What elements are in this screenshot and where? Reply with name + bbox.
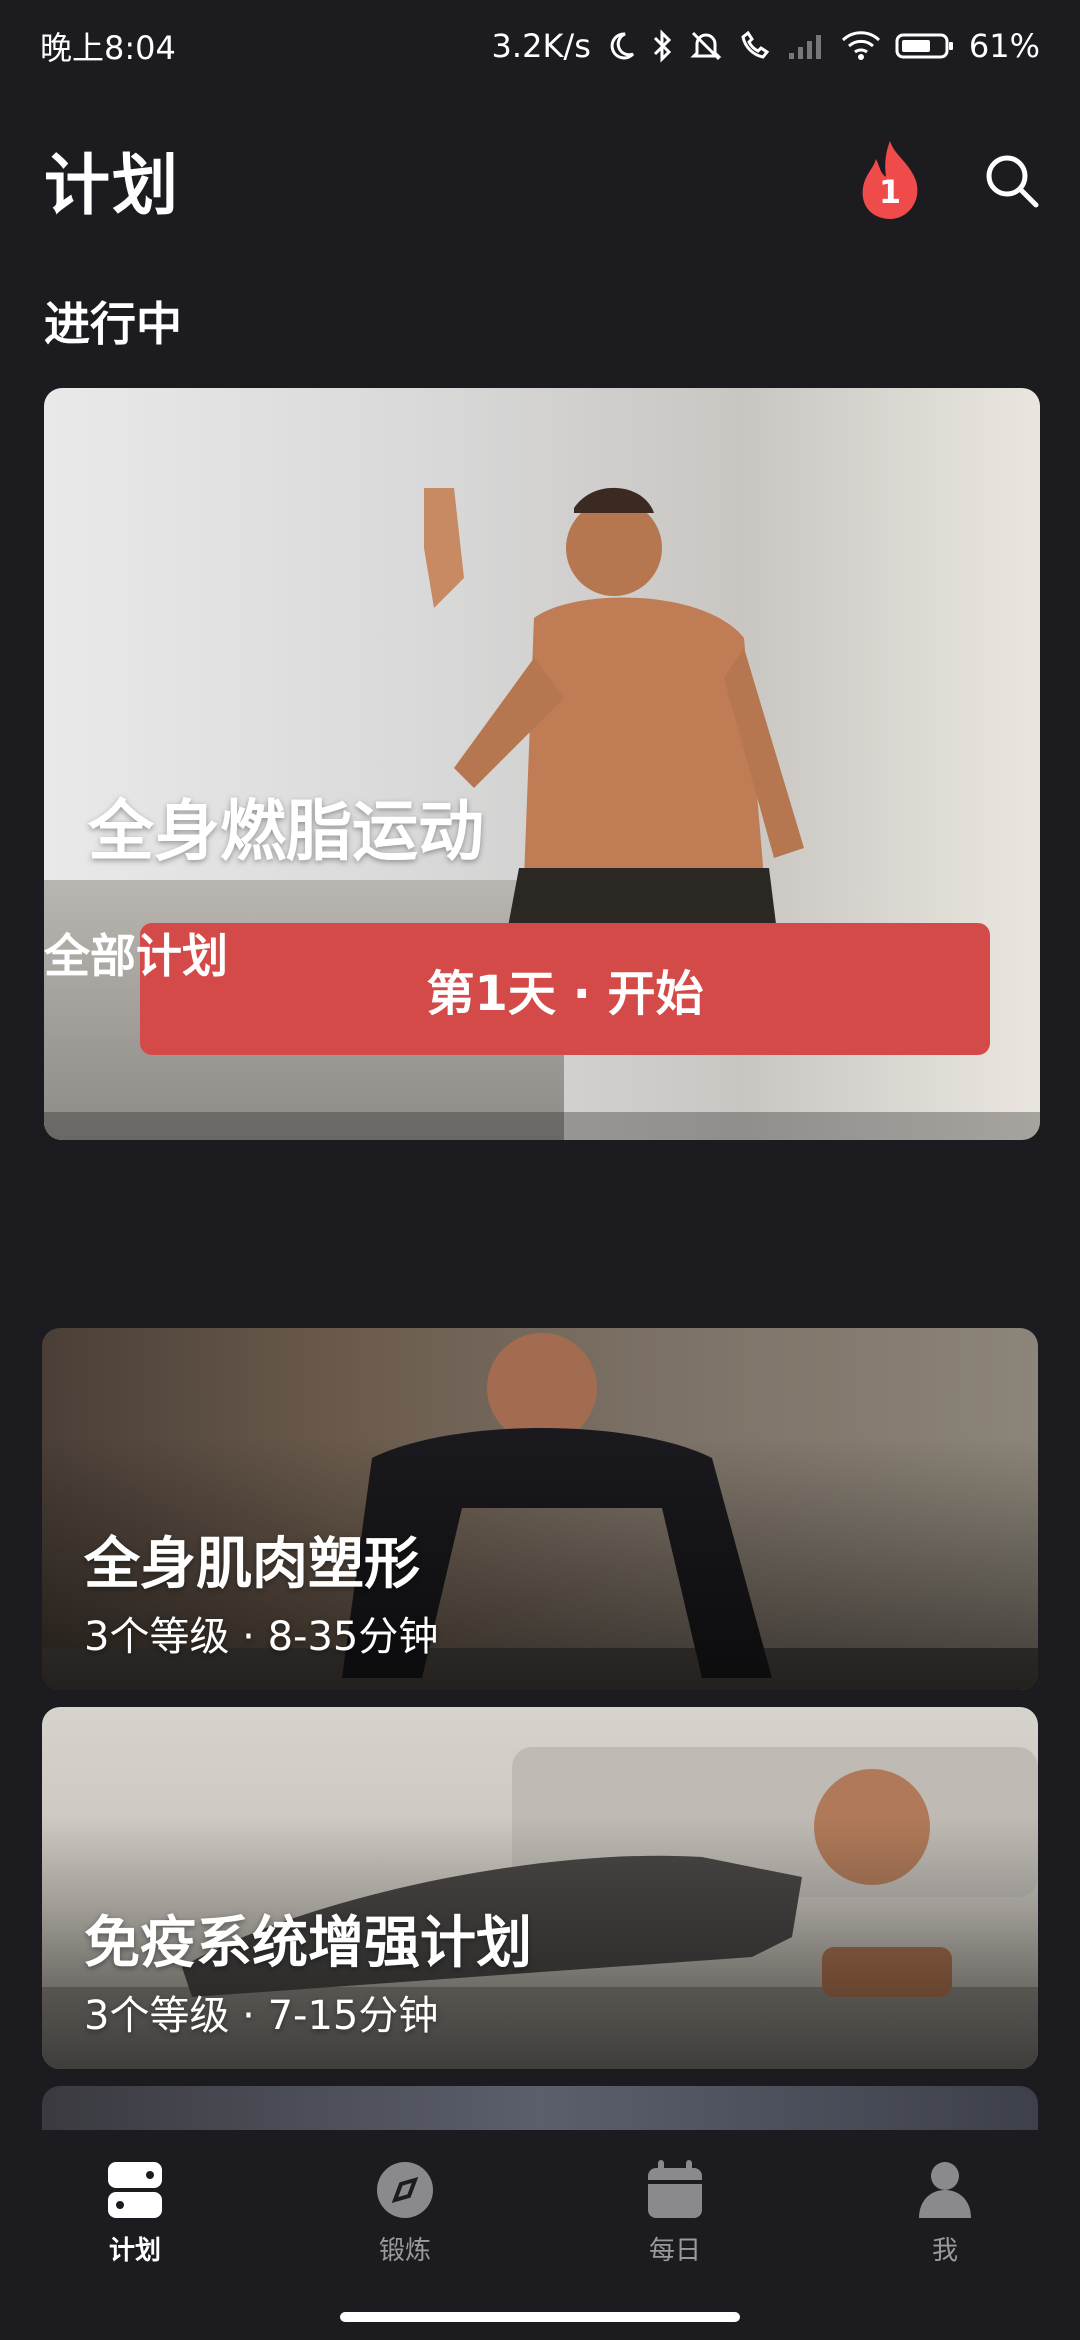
- nav-item-me[interactable]: 我: [845, 2160, 1045, 2267]
- network-speed: 3.2K/s: [491, 27, 591, 65]
- call-icon: [741, 30, 770, 59]
- header: 计划 1: [44, 130, 1040, 230]
- status-time: 晚上8:04: [40, 29, 176, 67]
- nav-item-daily[interactable]: 每日: [575, 2160, 775, 2267]
- nav-label-me: 我: [931, 2236, 958, 2266]
- plan-title: 免疫系统增强计划: [84, 1911, 532, 1976]
- in-progress-plan-card[interactable]: 全身燃脂运动 第1天 · 开始: [44, 388, 1040, 1140]
- status-icons: 3.2K/s 61%: [492, 27, 1040, 65]
- page-title: 计划: [44, 147, 180, 224]
- wifi-icon: [841, 31, 880, 60]
- in-progress-plan-title: 全身燃脂运动: [88, 793, 484, 870]
- plan-title: 全身肌肉塑形: [84, 1532, 420, 1597]
- nav-label-daily: 每日: [648, 2236, 701, 2266]
- streak-button[interactable]: 1: [858, 139, 922, 221]
- start-day-button[interactable]: 第1天 · 开始: [140, 923, 990, 1055]
- calendar-icon: [648, 2160, 702, 2218]
- home-indicator[interactable]: [340, 2312, 740, 2322]
- nav-item-plan[interactable]: 计划: [35, 2160, 235, 2267]
- section-title-in-progress: 进行中: [44, 297, 182, 351]
- search-icon[interactable]: [982, 151, 1040, 209]
- nav-item-workout[interactable]: 锻炼: [305, 2160, 505, 2267]
- compass-icon: [377, 2162, 433, 2218]
- header-actions: 1: [858, 139, 1040, 221]
- bluetooth-icon: [653, 29, 671, 63]
- plan-progress-bar: [44, 1112, 1040, 1140]
- plan-meta: 3个等级 · 8-35分钟: [84, 1614, 439, 1660]
- nav-label-workout: 锻炼: [378, 2236, 431, 2266]
- moon-icon: [610, 32, 634, 60]
- mute-bell-icon: [690, 31, 722, 61]
- plan-icon: [108, 2162, 162, 2218]
- battery-level: 61%: [968, 27, 1040, 65]
- plan-card[interactable]: 全身肌肉塑形 3个等级 · 8-35分钟: [42, 1328, 1038, 1690]
- status-bar: 晚上8:04 3.2K/s 61%: [0, 0, 1080, 92]
- section-title-all-plans: 全部计划: [44, 929, 228, 983]
- signal-icon: [788, 35, 821, 59]
- nav-label-plan: 计划: [108, 2236, 161, 2266]
- bottom-nav: 计划 锻炼 每日 我: [0, 2130, 1080, 2340]
- plan-meta: 3个等级 · 7-15分钟: [84, 1993, 439, 2039]
- person-icon: [919, 2162, 971, 2218]
- streak-count: 1: [878, 173, 902, 211]
- battery-icon: [895, 33, 953, 59]
- plan-card[interactable]: 免疫系统增强计划 3个等级 · 7-15分钟: [42, 1707, 1038, 2069]
